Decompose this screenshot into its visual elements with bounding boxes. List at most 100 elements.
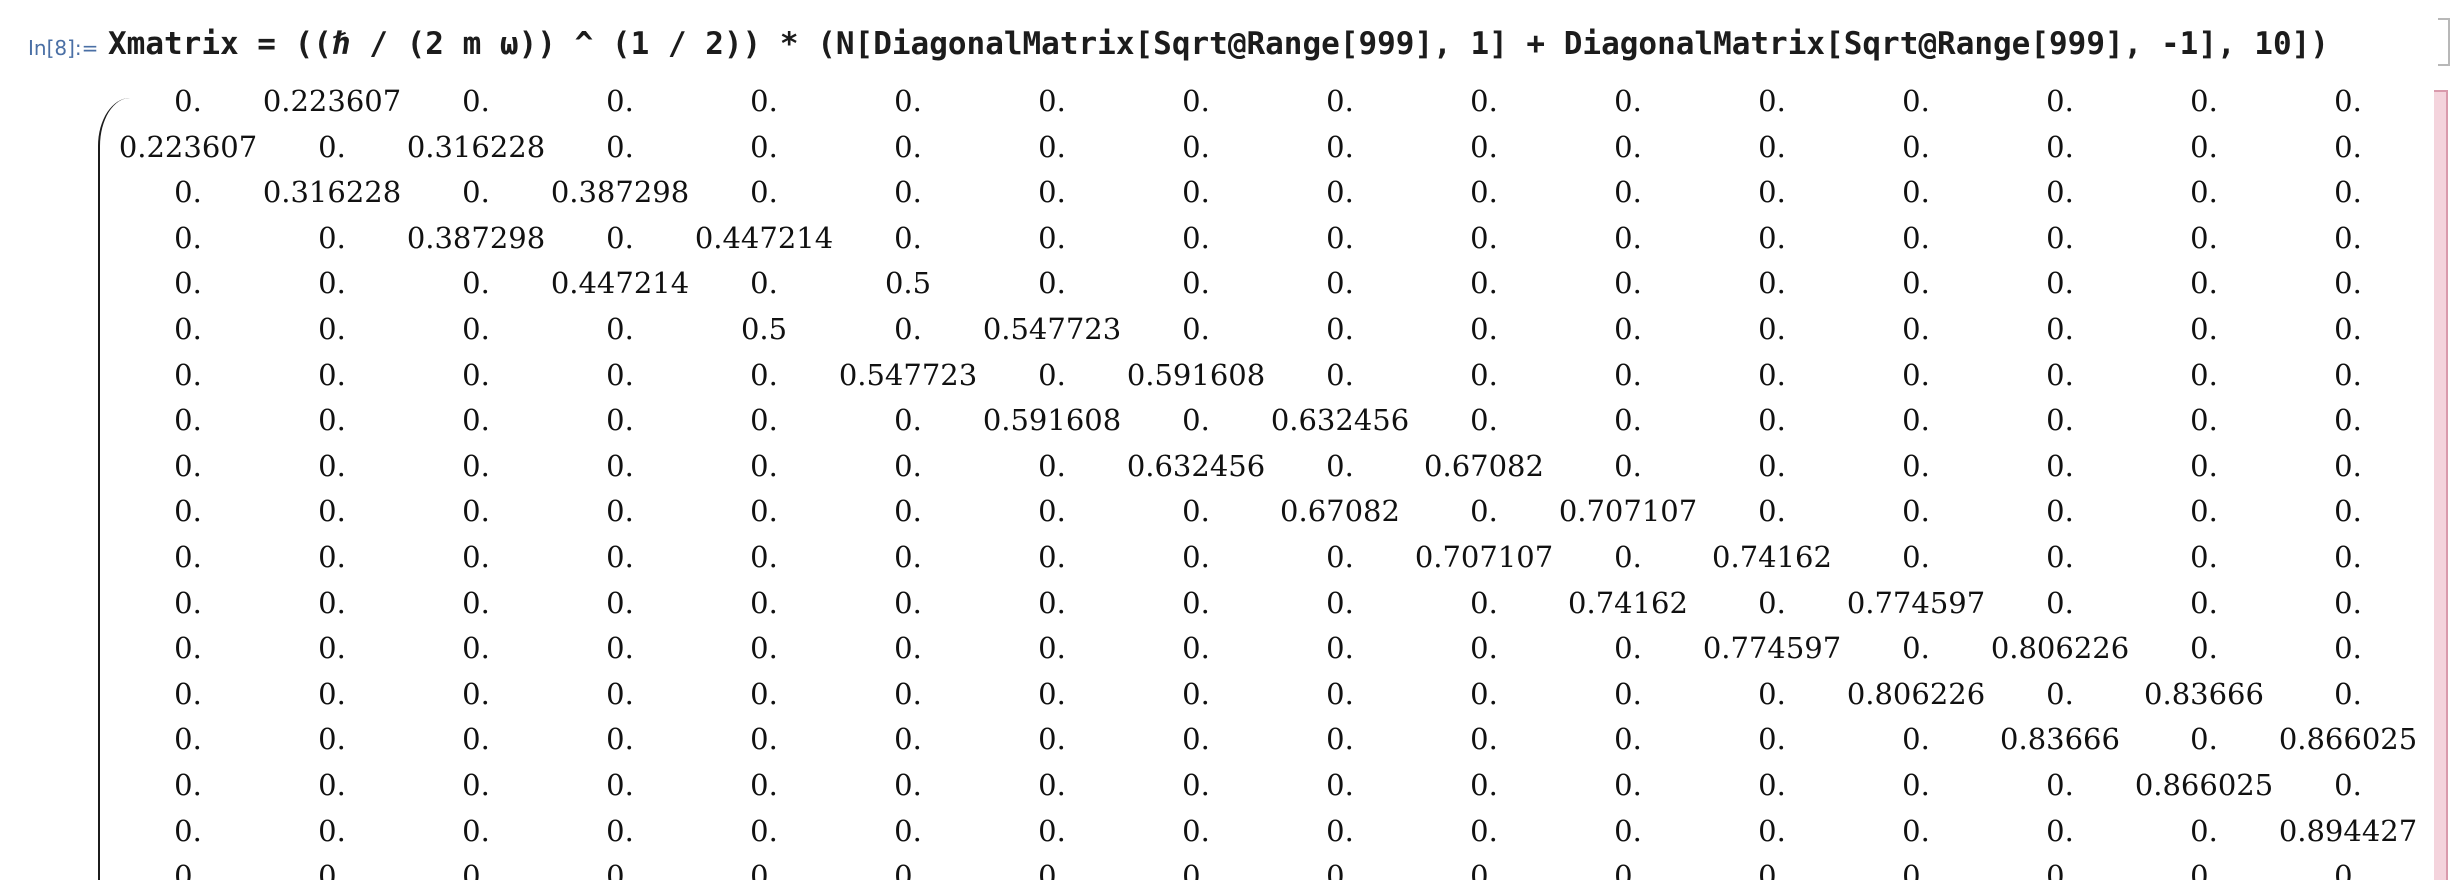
- matrix-cell: 0.591608: [1126, 357, 1266, 392]
- matrix-cell: 0.: [462, 540, 490, 574]
- matrix-cell: 0.: [462, 631, 490, 666]
- matrix-cell: 0.: [1182, 631, 1210, 666]
- matrix-cell: 0.: [2190, 859, 2218, 880]
- matrix-cell: 0.: [1758, 768, 1786, 802]
- matrix-cell: 0.: [2190, 312, 2218, 346]
- matrix-cell: 0.: [2334, 129, 2362, 164]
- matrix-cell: 0.: [2046, 540, 2074, 574]
- matrix-cell: 0.: [1758, 266, 1786, 301]
- matrix-cell: 0.: [174, 175, 202, 210]
- matrix-cell: 0.: [750, 722, 778, 757]
- matrix-cell: 0.: [2334, 448, 2362, 483]
- matrix-cell: 0.: [2190, 722, 2218, 757]
- matrix-cell: 0.: [1182, 859, 1210, 880]
- matrix-cell: 0.: [894, 631, 922, 666]
- matrix-cell: 0.: [462, 403, 490, 438]
- matrix-cell: 0.: [750, 540, 778, 574]
- matrix-cell: 0.: [750, 494, 778, 529]
- matrix-cell: 0.: [1902, 220, 1930, 255]
- matrix-cell: 0.: [2334, 403, 2362, 438]
- matrix-cell: 0.: [1326, 722, 1354, 757]
- matrix-cell: 0.: [2190, 84, 2218, 118]
- matrix-cell: 0.: [750, 84, 778, 118]
- matrix-cell: 0.: [1470, 494, 1498, 529]
- matrix-cell: 0.: [1326, 312, 1354, 346]
- matrix-cell: 0.: [894, 403, 922, 438]
- matrix-cell: 0.: [174, 540, 202, 574]
- matrix-row: 0. 0. 0. 0. 0. 0. 0. 0. 0.67082 0. 0.707107 0. 0. 0. 0…: [0, 494, 2420, 539]
- matrix-cell: 0.866025: [2134, 768, 2274, 802]
- matrix-cell: 0.: [1902, 84, 1930, 118]
- matrix-cell: 0.: [2190, 266, 2218, 301]
- matrix-cell: 0.: [894, 722, 922, 757]
- matrix-cell: 0.: [462, 813, 490, 848]
- matrix-cell: 0.: [1758, 859, 1786, 880]
- matrix-cell: 0.: [2046, 357, 2074, 392]
- matrix-cell: 0.: [1470, 585, 1498, 620]
- matrix-row: 0. 0. 0. 0. 0. 0. 0. 0. 0. 0. 0.74162 0. 0.774597 0. 0…: [0, 586, 2420, 631]
- matrix-cell: 0.547723: [982, 312, 1122, 346]
- matrix-cell: 0.: [2046, 585, 2074, 620]
- matrix-cell: 0.: [2046, 129, 2074, 164]
- matrix-cell: 0.: [2190, 357, 2218, 392]
- matrix-cell: 0.223607: [262, 84, 402, 118]
- matrix-cell: 0.894427: [2278, 813, 2418, 848]
- matrix-cell: 0.: [1470, 312, 1498, 346]
- matrix-cell: 0.: [1902, 859, 1930, 880]
- matrix-cell: 0.: [1038, 129, 1066, 164]
- matrix-cell: 0.: [894, 448, 922, 483]
- matrix-cell: 0.: [174, 312, 202, 346]
- matrix-cell: 0.: [1470, 676, 1498, 711]
- matrix-cell: 0.: [2046, 84, 2074, 118]
- matrix-cell: 0.: [1614, 859, 1642, 880]
- matrix-cell: 0.: [1326, 266, 1354, 301]
- matrix-cell: 0.: [1614, 175, 1642, 210]
- matrix-cell: 0.: [1038, 813, 1066, 848]
- matrix-cell: 0.: [606, 585, 634, 620]
- matrix-cell: 0.: [318, 357, 346, 392]
- matrix-cell: 0.: [894, 540, 922, 574]
- matrix-cell: 0.: [1470, 722, 1498, 757]
- matrix-cell: 0.: [750, 676, 778, 711]
- matrix-cell: 0.: [1758, 403, 1786, 438]
- matrix-cell: 0.632456: [1126, 448, 1266, 483]
- matrix-cell: 0.: [894, 220, 922, 255]
- matrix-cell: 0.: [894, 768, 922, 802]
- matrix-row: 0. 0. 0.387298 0. 0.447214 0. 0. 0. 0. 0. 0. 0. 0. 0.…: [0, 221, 2420, 266]
- matrix-cell: 0.: [1038, 859, 1066, 880]
- matrix-cell: 0.316228: [262, 175, 402, 210]
- matrix-cell: 0.: [1470, 768, 1498, 802]
- matrix-cell: 0.: [1614, 676, 1642, 711]
- matrix-cell: 0.: [1182, 722, 1210, 757]
- matrix-cell: 0.: [894, 129, 922, 164]
- matrix-cell: 0.: [606, 676, 634, 711]
- matrix-cell: 0.: [174, 859, 202, 880]
- matrix-cell: 0.: [606, 84, 634, 118]
- matrix-cell: 0.: [1182, 175, 1210, 210]
- matrix-cell: 0.: [1038, 175, 1066, 210]
- matrix-cell: 0.: [606, 312, 634, 346]
- matrix-cell: 0.: [174, 403, 202, 438]
- matrix-cell: 0.: [1614, 403, 1642, 438]
- matrix-cell: 0.: [174, 585, 202, 620]
- matrix-cell: 0.: [894, 312, 922, 346]
- matrix-cell: 0.: [462, 768, 490, 802]
- matrix-cell: 0.: [2190, 448, 2218, 483]
- matrix-cell: 0.: [2046, 768, 2074, 802]
- matrix-cell: 0.: [2046, 312, 2074, 346]
- matrix-cell: 0.: [1758, 722, 1786, 757]
- matrix-row: 0. 0. 0. 0. 0. 0. 0. 0. 0. 0. 0. 0. 0.806226 0. 0.8366…: [0, 677, 2420, 722]
- matrix-cell: 0.: [2046, 448, 2074, 483]
- matrix-cell: 0.67082: [1424, 448, 1544, 483]
- matrix-cell: 0.: [1614, 312, 1642, 346]
- matrix-cell: 0.: [1038, 266, 1066, 301]
- matrix-cell: 0.: [318, 403, 346, 438]
- matrix-cell: 0.: [2046, 220, 2074, 255]
- matrix-cell: 0.: [1902, 448, 1930, 483]
- matrix-cell: 0.: [750, 357, 778, 392]
- matrix-cell: 0.: [2190, 220, 2218, 255]
- matrix-cell: 0.: [1470, 813, 1498, 848]
- matrix-cell: 0.: [1326, 84, 1354, 118]
- matrix-cell: 0.316228: [406, 129, 546, 164]
- matrix-cell: 0.: [318, 540, 346, 574]
